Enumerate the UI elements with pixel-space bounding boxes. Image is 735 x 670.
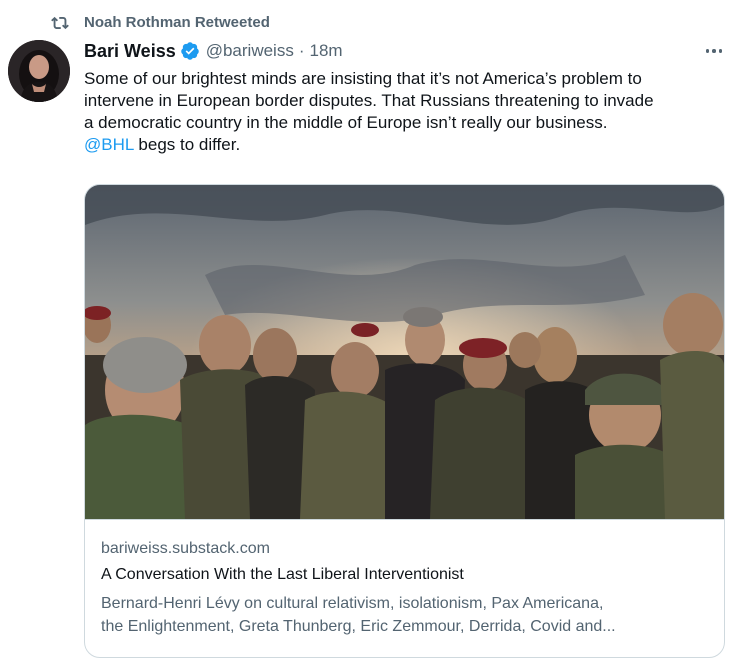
- card-title: A Conversation With the Last Liberal Int…: [101, 566, 464, 583]
- tweet-text: Some of our brightest minds are insistin…: [84, 68, 724, 156]
- card-domain: bariweiss.substack.com: [101, 540, 270, 557]
- avatar-image: [8, 40, 70, 102]
- separator-dot: ·: [298, 41, 305, 60]
- tweet-line: intervene in European border disputes. T…: [84, 91, 654, 110]
- card-description: Bernard-Henri Lévy on cultural relativis…: [101, 592, 713, 638]
- tweet[interactable]: Noah Rothman Retweeted Bari Weiss @bariw…: [0, 0, 735, 670]
- tweet-line: a democratic country in the middle of Eu…: [84, 113, 608, 132]
- tweet-header: Bari Weiss @bariweiss · 18m: [84, 40, 343, 62]
- author-handle[interactable]: @bariweiss: [206, 41, 294, 61]
- card-description-line: the Enlightenment, Greta Thunberg, Eric …: [101, 618, 616, 635]
- card-description-line: Bernard-Henri Lévy on cultural relativis…: [101, 595, 604, 612]
- verified-badge-icon: [180, 42, 199, 60]
- tweet-line-last: @BHL begs to differ.: [84, 134, 724, 156]
- mention-link[interactable]: @BHL: [84, 135, 134, 154]
- avatar[interactable]: [8, 40, 70, 102]
- card-meta: bariweiss.substack.com A Conversation Wi…: [85, 519, 724, 657]
- tweet-line: Some of our brightest minds are insistin…: [84, 69, 642, 88]
- timestamp[interactable]: 18m: [310, 41, 343, 61]
- retweet-icon: [51, 16, 69, 30]
- more-options-icon[interactable]: [700, 40, 728, 62]
- tweet-text-tail: begs to differ.: [133, 135, 241, 154]
- card-image[interactable]: [85, 185, 724, 519]
- link-card[interactable]: bariweiss.substack.com A Conversation Wi…: [84, 184, 725, 658]
- author-name[interactable]: Bari Weiss: [84, 41, 176, 62]
- retweet-label[interactable]: Noah Rothman Retweeted: [84, 14, 270, 31]
